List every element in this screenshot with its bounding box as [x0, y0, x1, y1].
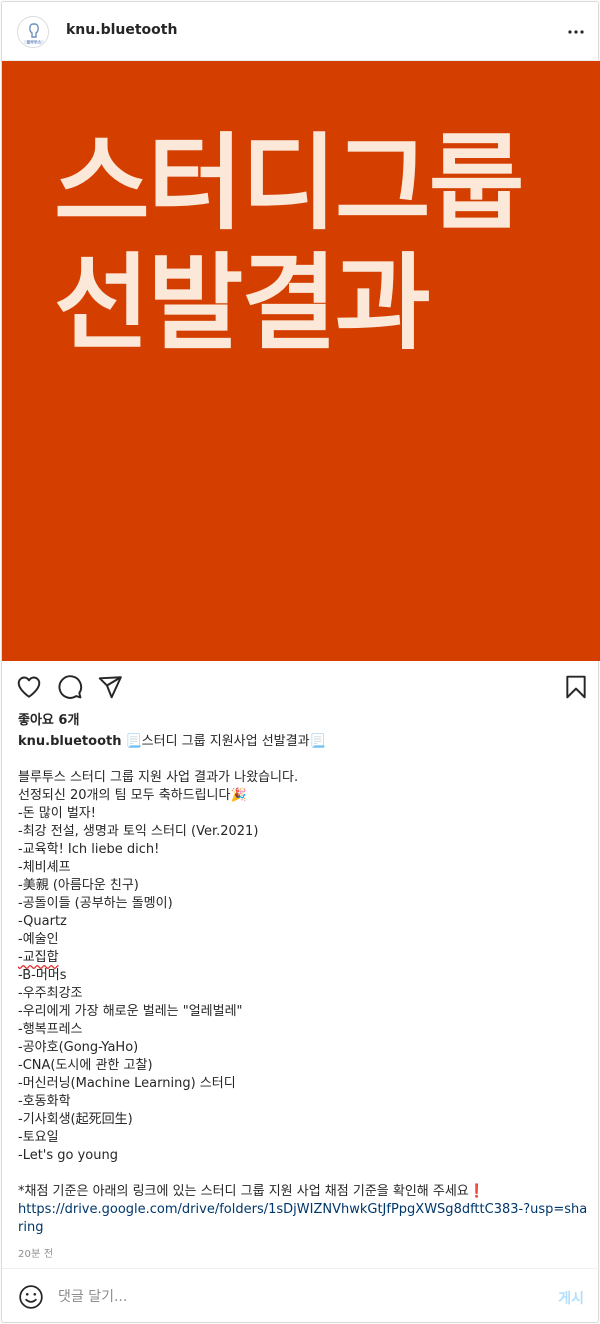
caption-line: -돈 많이 벌자! [18, 806, 96, 821]
comment-icon [58, 675, 83, 699]
save-button[interactable] [563, 674, 589, 700]
caption-line: -美親 (아름다운 친구) [18, 878, 139, 893]
caption-line: -최강 전설, 생명과 토익 스터디 (Ver.2021) [18, 824, 259, 839]
caption-line: -공돌이들 (공부하는 돌멩이) [18, 896, 173, 911]
post-card: 블루투스 knu.bluetooth 스터디그룹 선발결과 좋아요 6개 knu… [1, 1, 600, 1324]
caption-line: -CNA(도시에 관한 고찰) [18, 1058, 153, 1073]
caption-line: -머신러닝(Machine Learning) 스터디 [18, 1076, 236, 1091]
caption-line: -우주최강조 [18, 986, 83, 1001]
caption-author[interactable]: knu.bluetooth [18, 734, 121, 749]
post-image[interactable]: 스터디그룹 선발결과 [2, 61, 600, 661]
caption-line: -체비셰프 [18, 860, 71, 875]
caption-line: -호동화학 [18, 1094, 71, 1109]
caption-headline: 📃스터디 그룹 지원사업 선발결과📃 [125, 734, 326, 749]
paper-plane-icon [98, 676, 122, 699]
bluetooth-logo-icon: 블루투스 [18, 17, 48, 47]
caption-line: -토요일 [18, 1130, 59, 1145]
caption-link[interactable]: https://drive.google.com/drive/folders/1… [18, 1201, 588, 1237]
post-comment-button[interactable]: 게시 [558, 1288, 584, 1308]
caption-line: -예술인 [18, 932, 59, 947]
comment-button[interactable] [57, 674, 83, 700]
comment-input[interactable] [58, 1285, 528, 1309]
emoji-button[interactable] [18, 1284, 44, 1310]
post-timestamp[interactable]: 20분 전 [18, 1245, 53, 1260]
more-horizontal-icon [568, 30, 584, 34]
caption-line: -Let's go young [18, 1148, 118, 1163]
avatar[interactable]: 블루투스 [17, 16, 49, 48]
action-bar [2, 662, 600, 710]
caption-line: -우리에게 가장 해로운 벌레는 "얼레벌레" [18, 1004, 243, 1019]
emoji-icon [19, 1285, 43, 1309]
caption-line: -교집합 [18, 950, 59, 965]
image-title-line-2: 선발결과 [54, 242, 431, 364]
avatar-text: 블루투스 [27, 39, 42, 45]
post-username[interactable]: knu.bluetooth [66, 22, 177, 38]
caption-line: -기사회생(起死回生) [18, 1112, 133, 1127]
caption-line: -행복프레스 [18, 1022, 83, 1037]
caption-line: -교육학! Ich liebe dich! [18, 842, 160, 857]
caption-note: *채점 기준은 아래의 링크에 있는 스터디 그룹 지원 사업 채점 기준을 확… [18, 1184, 485, 1199]
caption-line: -Quartz [18, 914, 67, 929]
comment-bar: 게시 [2, 1268, 600, 1324]
caption-line: -B-머머s [18, 968, 67, 983]
share-button[interactable] [97, 674, 123, 700]
like-button[interactable] [16, 674, 42, 700]
caption-line: 선정되신 20개의 팀 모두 축하드립니다🎉 [18, 788, 247, 803]
more-options-button[interactable] [566, 22, 586, 42]
like-count[interactable]: 좋아요 6개 [18, 709, 79, 728]
image-title-line-1: 스터디그룹 [54, 122, 524, 244]
heart-icon [17, 676, 41, 698]
post-caption: knu.bluetooth 📃스터디 그룹 지원사업 선발결과📃 블루투스 스터디… [18, 733, 588, 1237]
caption-line: -공야호(Gong-YaHo) [18, 1040, 139, 1055]
post-header: 블루투스 knu.bluetooth [2, 2, 600, 61]
caption-body: 블루투스 스터디 그룹 지원 사업 결과가 나왔습니다. 선정되신 20개의 팀 … [18, 769, 588, 1165]
bookmark-icon [566, 675, 586, 699]
caption-line: 블루투스 스터디 그룹 지원 사업 결과가 나왔습니다. [18, 770, 299, 785]
